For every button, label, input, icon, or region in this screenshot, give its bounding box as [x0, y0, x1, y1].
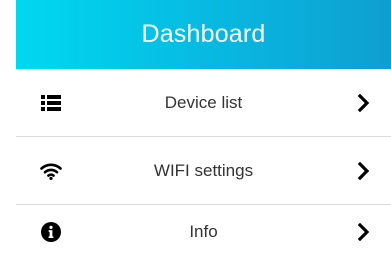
- chevron-right-icon: [358, 93, 370, 112]
- wifi-icon: [40, 160, 62, 182]
- info-icon: [40, 221, 62, 243]
- dashboard-menu: Device list WIFI settings Info: [16, 69, 391, 259]
- menu-item-label: Device list: [164, 92, 243, 112]
- header-bar: Dashboard: [16, 0, 391, 69]
- dashboard-screen: Dashboard Device list WIFI settings Info: [16, 0, 391, 259]
- list-icon: [40, 92, 62, 114]
- chevron-right-icon: [358, 223, 370, 241]
- chevron-right-icon: [358, 161, 370, 180]
- menu-item-label: WIFI settings: [153, 160, 254, 180]
- menu-item-label: Info: [189, 222, 218, 241]
- menu-item-wifi-settings[interactable]: WIFI settings: [16, 137, 391, 205]
- menu-item-info[interactable]: Info: [16, 205, 391, 259]
- menu-item-device-list[interactable]: Device list: [16, 69, 391, 137]
- page-title: Dashboard: [141, 20, 266, 48]
